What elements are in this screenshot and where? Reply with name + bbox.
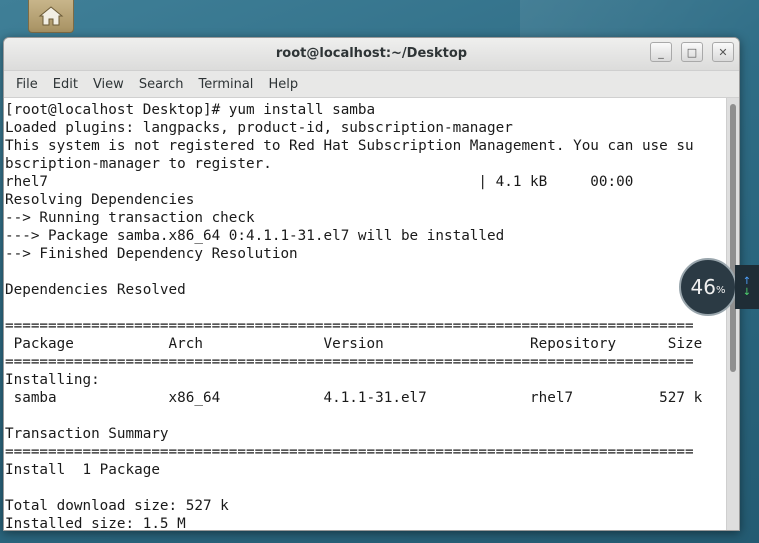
minimize-button[interactable]: _	[650, 42, 672, 62]
terminal-line: Transaction Summary	[5, 426, 169, 442]
terminal-line: bscription-manager to register.	[5, 156, 272, 172]
menu-file[interactable]: File	[10, 77, 44, 92]
terminal-line: Loaded plugins: langpacks, product-id, s…	[5, 120, 513, 136]
menu-view[interactable]: View	[87, 77, 130, 92]
terminal-line: ---> Package samba.x86_64 0:4.1.1-31.el7…	[5, 228, 505, 244]
terminal-line: --> Finished Dependency Resolution	[5, 246, 298, 262]
close-button[interactable]: ✕	[712, 42, 734, 62]
menu-help[interactable]: Help	[262, 77, 304, 92]
scrollbar-thumb[interactable]	[730, 104, 736, 372]
home-folder-desktop-icon[interactable]	[28, 0, 74, 33]
terminal-line: Dependencies Resolved	[5, 282, 186, 298]
window-title: root@localhost:~/Desktop	[275, 46, 468, 61]
network-usage-value: 46	[690, 275, 716, 299]
terminal-line: Total download size: 527 k	[5, 498, 229, 514]
terminal-line: ========================================…	[5, 318, 694, 334]
network-speed-widget[interactable]: 46%	[679, 258, 737, 316]
home-icon	[38, 6, 64, 26]
download-arrow-icon: ↓	[742, 287, 752, 298]
network-usage-unit: %	[715, 284, 726, 296]
upload-arrow-icon: ↑	[742, 276, 752, 287]
vertical-scrollbar[interactable]	[726, 98, 739, 530]
menu-terminal[interactable]: Terminal	[192, 77, 259, 92]
title-bar[interactable]: root@localhost:~/Desktop _ □ ✕	[4, 38, 739, 71]
maximize-button[interactable]: □	[681, 42, 703, 62]
menu-edit[interactable]: Edit	[47, 77, 84, 92]
terminal-line: Package Arch Version Repository Size	[5, 336, 703, 352]
terminal-line: ========================================…	[5, 354, 694, 370]
terminal-line: Installed size: 1.5 M	[5, 516, 186, 530]
network-widget-side-panel: ↑ ↓	[735, 265, 759, 309]
menu-search[interactable]: Search	[133, 77, 190, 92]
terminal-line: rhel7 | 4.1 kB 00:00	[5, 174, 634, 190]
terminal-line: Installing:	[5, 372, 100, 388]
terminal-line: --> Running transaction check	[5, 210, 255, 226]
terminal-line: samba x86_64 4.1.1-31.el7 rhel7 527 k	[5, 390, 703, 406]
menu-bar: File Edit View Search Terminal Help	[4, 71, 739, 98]
terminal-output[interactable]: [root@localhost Desktop]# yum install sa…	[4, 98, 726, 530]
terminal-line: This system is not registered to Red Hat…	[5, 138, 694, 154]
terminal-line: [root@localhost Desktop]# yum install sa…	[5, 102, 376, 118]
terminal-line: ========================================…	[5, 444, 694, 460]
terminal-line: Resolving Dependencies	[5, 192, 195, 208]
terminal-window: root@localhost:~/Desktop _ □ ✕ File Edit…	[3, 37, 740, 531]
terminal-line: Install 1 Package	[5, 462, 160, 478]
